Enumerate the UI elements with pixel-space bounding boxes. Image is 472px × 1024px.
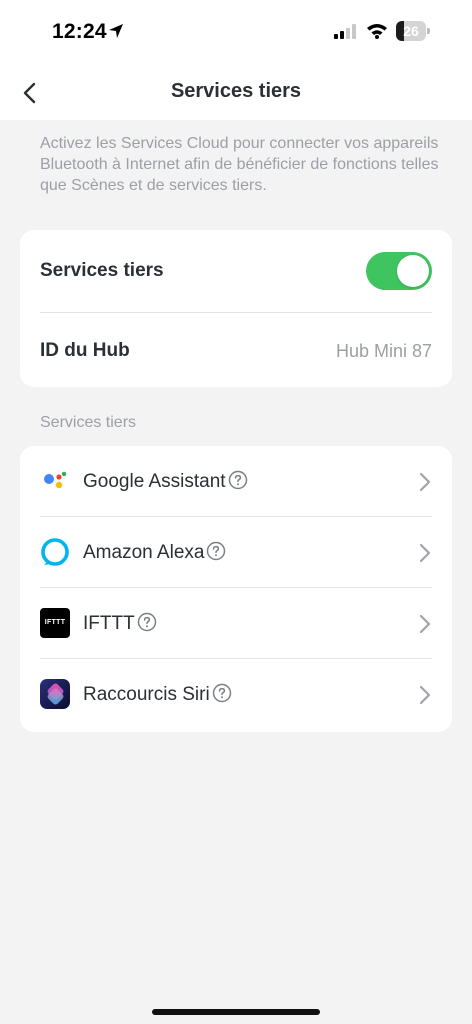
third-party-services-toggle-label: Services tiers [40, 260, 164, 281]
help-icon[interactable] [206, 541, 226, 561]
service-label: IFTTT [83, 612, 157, 635]
service-label: Raccourcis Siri [83, 683, 232, 706]
service-row-ifttt[interactable]: IFTTT IFTTT [20, 588, 452, 659]
service-label: Amazon Alexa [83, 541, 226, 564]
help-icon[interactable] [137, 612, 157, 632]
battery-icon: 26 [396, 21, 430, 41]
third-party-services-toggle[interactable] [366, 252, 432, 290]
services-list: Google Assistant Amazon Alexa IFTTT IFTT… [20, 446, 452, 732]
help-icon[interactable] [228, 470, 248, 490]
settings-card: Services tiers ID du Hub Hub Mini 87 [20, 230, 452, 387]
hub-id-label: ID du Hub [40, 340, 130, 361]
help-icon[interactable] [212, 683, 232, 703]
chevron-right-icon [419, 543, 431, 563]
location-arrow-icon [109, 24, 123, 38]
chevron-right-icon [419, 614, 431, 634]
status-time: 12:24 [52, 20, 107, 43]
chevron-right-icon [419, 685, 431, 705]
page-title: Services tiers [170, 80, 302, 102]
service-row-siri-shortcuts[interactable]: Raccourcis Siri [20, 659, 452, 730]
cloud-services-description: Activez les Services Cloud pour connecte… [40, 135, 439, 194]
toggle-knob [397, 255, 429, 287]
home-indicator [152, 1009, 320, 1015]
wifi-icon [367, 24, 387, 39]
service-label: Google Assistant [83, 470, 248, 493]
ifttt-icon: IFTTT [40, 608, 70, 638]
battery-level: 26 [403, 23, 419, 39]
service-row-amazon-alexa[interactable]: Amazon Alexa [20, 517, 452, 588]
section-header: Services tiers [40, 414, 137, 431]
navigation-bar: Services tiers [0, 64, 472, 120]
divider [40, 312, 432, 313]
cellular-signal-icon [334, 24, 356, 39]
hub-id-value: Hub Mini 87 [335, 341, 432, 361]
chevron-right-icon [419, 472, 431, 492]
siri-shortcuts-icon [40, 679, 70, 709]
status-bar: 12:24 26 [0, 0, 472, 60]
service-row-google-assistant[interactable]: Google Assistant [20, 446, 452, 517]
google-assistant-icon [44, 471, 67, 489]
alexa-icon [41, 538, 69, 566]
